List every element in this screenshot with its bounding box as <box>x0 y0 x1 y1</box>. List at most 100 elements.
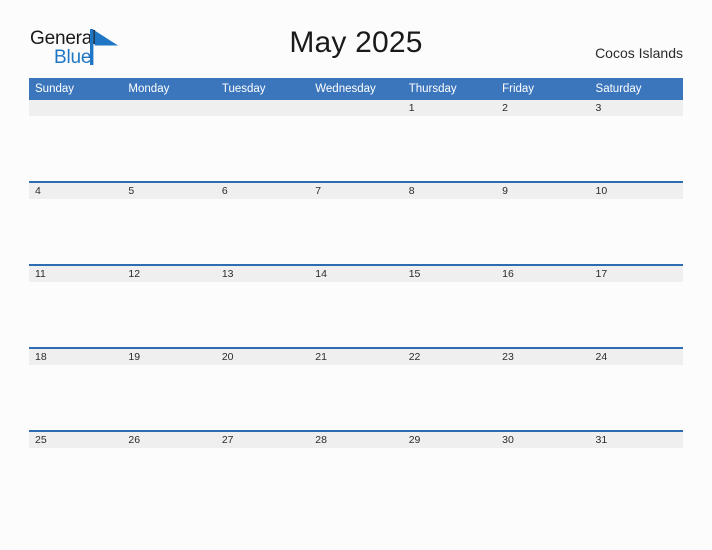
day-number: 25 <box>29 432 123 448</box>
calendar-week-row: 25 26 27 28 29 30 31 <box>29 430 683 513</box>
calendar-table: Sunday Monday Tuesday Wednesday Thursday… <box>29 78 683 513</box>
calendar-day-cell[interactable]: 29 <box>402 430 497 513</box>
day-content-area[interactable] <box>309 199 403 262</box>
day-number: 28 <box>309 432 403 448</box>
day-content-area[interactable] <box>309 116 403 179</box>
day-number: 23 <box>496 349 590 365</box>
day-content-area[interactable] <box>215 448 310 511</box>
calendar-day-cell[interactable]: 6 <box>215 181 310 265</box>
weekday-header-tuesday: Tuesday <box>215 78 310 100</box>
calendar-day-cell[interactable]: 15 <box>402 264 497 348</box>
day-number <box>215 100 310 116</box>
day-content-area[interactable] <box>402 365 497 428</box>
day-content-area[interactable] <box>29 199 123 262</box>
calendar-header-row: Sunday Monday Tuesday Wednesday Thursday… <box>29 78 683 100</box>
calendar-day-cell[interactable]: 14 <box>309 264 403 348</box>
calendar-day-cell[interactable]: 30 <box>496 430 590 513</box>
day-content-area[interactable] <box>122 116 216 179</box>
day-content-area[interactable] <box>589 448 683 511</box>
day-content-area[interactable] <box>29 448 123 511</box>
calendar-day-cell[interactable]: 19 <box>122 347 216 431</box>
calendar-day-cell[interactable]: 20 <box>215 347 310 431</box>
page-title: May 2025 <box>289 26 423 59</box>
day-number: 13 <box>215 266 310 282</box>
calendar-week-row: 18 19 20 21 22 23 24 <box>29 347 683 431</box>
day-number: 29 <box>402 432 497 448</box>
day-content-area[interactable] <box>215 282 310 345</box>
day-content-area[interactable] <box>496 282 590 345</box>
calendar-day-cell[interactable]: 25 <box>29 430 123 513</box>
day-number: 18 <box>29 349 123 365</box>
calendar-day-cell[interactable]: 18 <box>29 347 123 431</box>
calendar-day-cell[interactable]: 26 <box>122 430 216 513</box>
region-label: Cocos Islands <box>595 45 683 61</box>
day-content-area[interactable] <box>122 365 216 428</box>
calendar-day-cell[interactable] <box>309 100 403 182</box>
day-number: 27 <box>215 432 310 448</box>
calendar-day-cell[interactable]: 3 <box>589 100 683 182</box>
calendar-day-cell[interactable] <box>122 100 216 182</box>
calendar-day-cell[interactable]: 21 <box>309 347 403 431</box>
day-content-area[interactable] <box>309 365 403 428</box>
day-number: 3 <box>589 100 683 116</box>
day-content-area[interactable] <box>402 116 497 179</box>
calendar-day-cell[interactable]: 28 <box>309 430 403 513</box>
logo-text-blue: Blue <box>54 47 92 68</box>
calendar-day-cell[interactable]: 1 <box>402 100 497 182</box>
day-content-area[interactable] <box>589 365 683 428</box>
day-content-area[interactable] <box>215 365 310 428</box>
day-content-area[interactable] <box>309 448 403 511</box>
calendar-day-cell[interactable]: 4 <box>29 181 123 265</box>
day-content-area[interactable] <box>122 282 216 345</box>
day-content-area[interactable] <box>29 282 123 345</box>
day-content-area[interactable] <box>215 116 310 179</box>
calendar-day-cell[interactable]: 17 <box>589 264 683 348</box>
calendar-day-cell[interactable]: 2 <box>496 100 590 182</box>
general-blue-logo[interactable]: General Blue <box>30 28 150 72</box>
day-number: 30 <box>496 432 590 448</box>
day-content-area[interactable] <box>496 448 590 511</box>
calendar-day-cell[interactable]: 16 <box>496 264 590 348</box>
day-content-area[interactable] <box>402 199 497 262</box>
calendar-day-cell[interactable]: 10 <box>589 181 683 265</box>
day-content-area[interactable] <box>402 282 497 345</box>
day-content-area[interactable] <box>29 116 123 179</box>
calendar-day-cell[interactable]: 31 <box>589 430 683 513</box>
day-content-area[interactable] <box>589 282 683 345</box>
day-number: 6 <box>215 183 310 199</box>
day-content-area[interactable] <box>309 282 403 345</box>
day-content-area[interactable] <box>496 199 590 262</box>
calendar-day-cell[interactable]: 22 <box>402 347 497 431</box>
day-number: 1 <box>402 100 497 116</box>
calendar-day-cell[interactable]: 7 <box>309 181 403 265</box>
day-content-area[interactable] <box>122 448 216 511</box>
day-number: 31 <box>589 432 683 448</box>
day-number: 5 <box>122 183 216 199</box>
day-content-area[interactable] <box>402 448 497 511</box>
calendar-day-cell[interactable]: 24 <box>589 347 683 431</box>
day-number: 17 <box>589 266 683 282</box>
calendar-day-cell[interactable]: 13 <box>215 264 310 348</box>
day-content-area[interactable] <box>215 199 310 262</box>
calendar-day-cell[interactable]: 12 <box>122 264 216 348</box>
day-content-area[interactable] <box>29 365 123 428</box>
day-number: 21 <box>309 349 403 365</box>
calendar-day-cell[interactable]: 11 <box>29 264 123 348</box>
day-content-area[interactable] <box>589 116 683 179</box>
calendar-day-cell[interactable]: 9 <box>496 181 590 265</box>
day-number: 7 <box>309 183 403 199</box>
day-content-area[interactable] <box>496 365 590 428</box>
day-number: 9 <box>496 183 590 199</box>
calendar-day-cell[interactable]: 8 <box>402 181 497 265</box>
calendar-day-cell[interactable]: 27 <box>215 430 310 513</box>
calendar-day-cell[interactable] <box>29 100 123 182</box>
calendar-week-row: 11 12 13 14 15 16 17 <box>29 264 683 348</box>
day-content-area[interactable] <box>589 199 683 262</box>
day-content-area[interactable] <box>122 199 216 262</box>
calendar-day-cell[interactable]: 5 <box>122 181 216 265</box>
day-number: 26 <box>122 432 216 448</box>
calendar-day-cell[interactable] <box>215 100 310 182</box>
page-header: General Blue May 2025 Cocos Islands <box>0 0 712 76</box>
calendar-day-cell[interactable]: 23 <box>496 347 590 431</box>
day-content-area[interactable] <box>496 116 590 179</box>
